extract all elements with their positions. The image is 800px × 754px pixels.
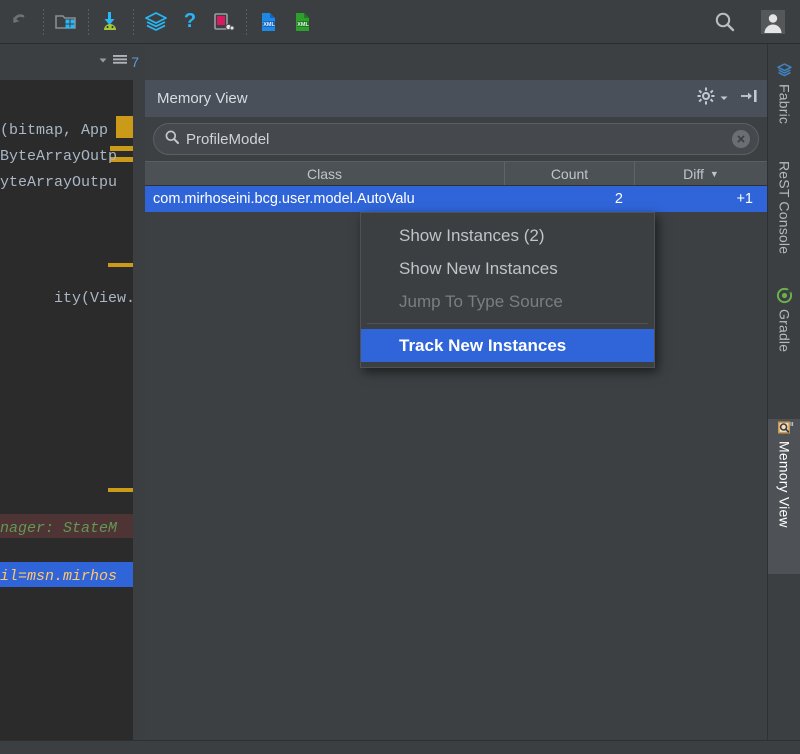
svg-text:XML: XML <box>263 22 275 28</box>
sort-descending-icon: ▼ <box>710 169 719 179</box>
toolbar-separator <box>43 9 44 35</box>
context-menu: Show Instances (2) Show New Instances Ju… <box>360 212 655 368</box>
chevron-down-icon-glyph <box>97 54 109 66</box>
memory-view-title-actions <box>697 87 759 110</box>
user-avatar-icon[interactable] <box>756 5 790 39</box>
svg-text:?: ? <box>184 10 196 32</box>
hide-panel-icon[interactable] <box>739 87 759 110</box>
search-input[interactable]: ProfileModel <box>186 131 732 148</box>
toolbar-right-group <box>708 0 800 44</box>
memory-view-icon-glyph <box>776 419 794 436</box>
gear-icon[interactable] <box>697 87 715 110</box>
column-header-count-label: Count <box>551 166 588 182</box>
column-header-class-label: Class <box>307 166 342 182</box>
code-line: ByteArrayOutp <box>0 148 117 165</box>
gear-icon-glyph <box>697 87 715 105</box>
help-icon[interactable]: ? <box>173 5 207 39</box>
chevron-down-icon-glyph <box>719 93 729 103</box>
toolbar-separator <box>133 9 134 35</box>
gradle-icon-glyph <box>776 287 793 304</box>
hide-panel-icon-glyph <box>739 87 759 105</box>
memory-view-search-row: ProfileModel <box>145 117 767 161</box>
right-tool-window-bar: Fabric ReST Console Gradle <box>767 44 800 754</box>
editor-count-badge: 7 <box>131 54 139 70</box>
code-token: ity(View. <box>54 290 135 307</box>
sidebar-item-memory-view[interactable]: Memory View <box>768 419 800 574</box>
cell-diff: +1 <box>635 191 767 207</box>
xml-file-blue-icon[interactable]: XML <box>252 5 286 39</box>
sdk-manager-icon-glyph <box>99 10 123 34</box>
clear-icon-glyph <box>735 133 747 145</box>
device-screenshot-icon[interactable] <box>207 5 241 39</box>
xml-file-blue-icon-glyph: XML <box>257 10 281 34</box>
menu-item-show-instances[interactable]: Show Instances (2) <box>361 219 654 252</box>
undo-icon-glyph <box>10 11 32 33</box>
fabric-layers-icon <box>776 62 793 82</box>
user-avatar-icon-glyph <box>760 9 786 35</box>
column-header-count[interactable]: Count <box>505 162 635 185</box>
search-icon-glyph <box>164 129 180 145</box>
column-header-class[interactable]: Class <box>145 162 505 185</box>
table-row[interactable]: com.mirhoseini.bcg.user.model.AutoValu 2… <box>145 186 767 212</box>
menu-separator <box>367 323 648 324</box>
list-icon-glyph <box>112 53 128 67</box>
code-editor[interactable]: (bitmap, App ByteArrayOutp yteArrayOutpu… <box>0 80 145 740</box>
editor-header: 7 <box>0 44 145 80</box>
toolbar-separator <box>88 9 89 35</box>
clear-icon[interactable] <box>732 130 750 148</box>
main-toolbar: ? XML <box>0 0 800 44</box>
menu-item-track-new-instances[interactable]: Track New Instances <box>361 329 654 362</box>
cell-class: com.mirhoseini.bcg.user.model.AutoValu <box>145 191 505 207</box>
status-bar <box>0 740 800 754</box>
search-icon <box>164 129 180 150</box>
code-line: (bitmap, App <box>0 122 108 139</box>
memory-view-title: Memory View <box>157 90 248 107</box>
code-line: il=msn.mirhos <box>0 568 117 585</box>
sidebar-item-rest-console-label: ReST Console <box>777 159 793 254</box>
memory-view-icon <box>776 419 794 439</box>
toolbar-separator <box>246 9 247 35</box>
column-header-diff[interactable]: Diff ▼ <box>635 162 767 185</box>
layers-icon-glyph <box>143 10 169 34</box>
sidebar-item-fabric[interactable]: Fabric <box>768 62 800 150</box>
layers-icon[interactable] <box>139 5 173 39</box>
memory-view-title-bar: Memory View <box>145 80 767 117</box>
toolbar-icon-group: ? XML <box>0 0 320 44</box>
sidebar-item-fabric-label: Fabric <box>777 82 793 124</box>
menu-item-show-new-instances[interactable]: Show New Instances <box>361 252 654 285</box>
device-screenshot-icon-glyph <box>211 10 237 34</box>
cell-count: 2 <box>505 191 635 207</box>
xml-file-green-icon-glyph: XML <box>291 10 315 34</box>
xml-file-green-icon[interactable]: XML <box>286 5 320 39</box>
sidebar-item-gradle[interactable]: Gradle <box>768 287 800 387</box>
chevron-down-icon[interactable] <box>97 53 109 71</box>
sidebar-item-rest-console[interactable]: ReST Console <box>768 159 800 277</box>
editor-right-gutter <box>133 80 145 740</box>
sdk-manager-icon[interactable] <box>94 5 128 39</box>
search-icon[interactable] <box>708 5 742 39</box>
avd-manager-icon[interactable] <box>49 5 83 39</box>
code-line: ity(View.VISI <box>0 273 145 324</box>
menu-item-jump-to-type-source: Jump To Type Source <box>361 285 654 318</box>
gradle-icon <box>776 287 793 307</box>
search-icon-glyph <box>713 10 737 34</box>
code-line: yteArrayOutpu <box>0 174 117 191</box>
column-header-diff-label: Diff <box>683 166 704 182</box>
code-line: nager: StateM <box>0 520 117 537</box>
undo-icon[interactable] <box>4 5 38 39</box>
chevron-down-icon[interactable] <box>719 90 729 108</box>
sidebar-item-memory-view-label: Memory View <box>777 439 793 528</box>
svg-text:XML: XML <box>297 22 309 28</box>
help-icon-glyph: ? <box>179 10 201 34</box>
memory-view-panel: Memory View <box>145 80 767 740</box>
list-icon[interactable] <box>112 53 128 72</box>
search-field[interactable]: ProfileModel <box>153 123 759 155</box>
sidebar-item-gradle-label: Gradle <box>777 307 793 352</box>
avd-manager-icon-glyph <box>54 11 78 33</box>
memory-table-header: Class Count Diff ▼ <box>145 161 767 186</box>
android-studio-window: ? XML <box>0 0 800 754</box>
fabric-layers-icon-glyph <box>776 62 793 79</box>
